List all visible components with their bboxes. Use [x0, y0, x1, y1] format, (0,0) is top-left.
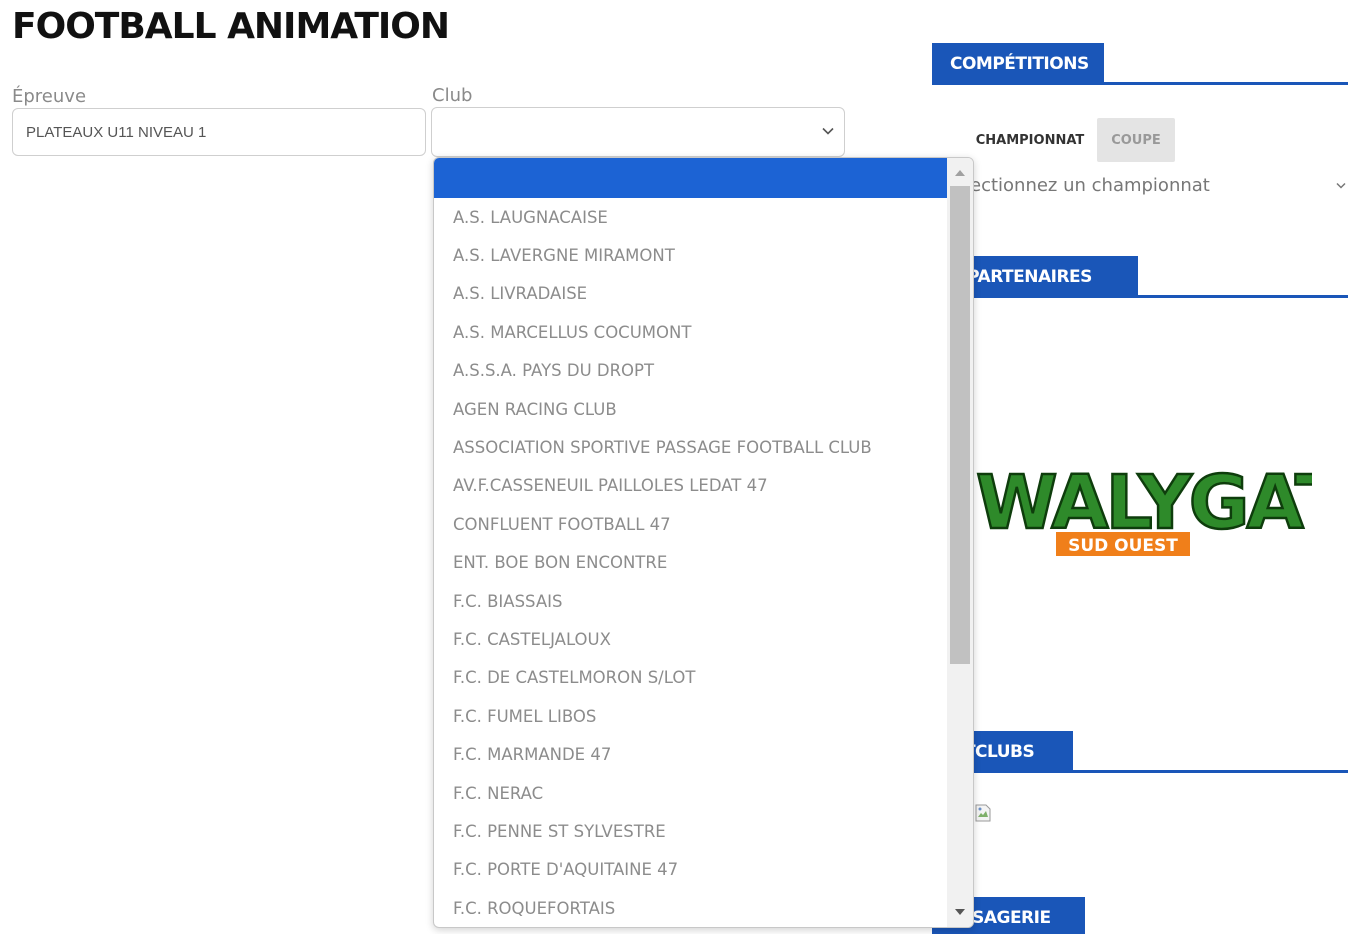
- club-option[interactable]: A.S.S.A. PAYS DU DROPT: [434, 352, 948, 390]
- epreuve-value: PLATEAUX U11 NIVEAU 1: [26, 123, 207, 141]
- club-option[interactable]: A.S. MARCELLUS COCUMONT: [434, 313, 948, 351]
- dropdown-scrollbar[interactable]: [947, 158, 973, 927]
- club-option[interactable]: F.C. BIASSAIS: [434, 582, 948, 620]
- walygator-subtitle: SUD OUEST: [1068, 536, 1178, 556]
- club-option[interactable]: ENT. BOE BON ENCONTRE: [434, 544, 948, 582]
- club-option[interactable]: F.C. PORTE D'AQUITAINE 47: [434, 851, 948, 889]
- competitions-title: COMPÉTITIONS: [932, 43, 1104, 85]
- club-option[interactable]: A.S. LAUGNACAISE: [434, 198, 948, 236]
- club-option[interactable]: F.C. DE CASTELMORON S/LOT: [434, 659, 948, 697]
- club-dropdown-list[interactable]: A.S. LAUGNACAISE A.S. LAVERGNE MIRAMONT A.…: [433, 157, 974, 928]
- club-option[interactable]: F.C. MARMANDE 47: [434, 735, 948, 773]
- club-option[interactable]: A.S. LIVRADAISE: [434, 275, 948, 313]
- page-title: FOOTBALL ANIMATION: [12, 6, 450, 47]
- club-option[interactable]: F.C. PENNE ST SYLVESTRE: [434, 812, 948, 850]
- scrollbar-thumb[interactable]: [950, 186, 970, 664]
- scroll-down-icon[interactable]: [947, 901, 973, 923]
- club-option-empty[interactable]: [434, 158, 948, 198]
- club-option[interactable]: F.C. FUMEL LIBOS: [434, 697, 948, 735]
- scroll-up-icon[interactable]: [947, 162, 973, 184]
- tab-championnat[interactable]: CHAMPIONNAT: [965, 118, 1095, 162]
- championnat-select-value: ectionnez un championnat: [970, 174, 1210, 196]
- messagerie-header: ESSAGERIE: [932, 897, 1348, 934]
- epreuve-field[interactable]: PLATEAUX U11 NIVEAU 1: [12, 108, 426, 156]
- club-options: A.S. LAUGNACAISE A.S. LAVERGNE MIRAMONT A.…: [434, 158, 948, 927]
- competitions-header: COMPÉTITIONS: [932, 43, 1348, 85]
- club-label: Club: [432, 85, 473, 106]
- club-option[interactable]: AGEN RACING CLUB: [434, 390, 948, 428]
- broken-image-icon: [975, 804, 991, 822]
- tab-coupe[interactable]: COUPE: [1097, 118, 1175, 162]
- club-option[interactable]: F.C. CASTELJALOUX: [434, 620, 948, 658]
- footclubs-header: OTCLUBS: [932, 731, 1348, 773]
- championnat-select[interactable]: ectionnez un championnat: [960, 170, 1348, 200]
- club-select[interactable]: [431, 107, 845, 157]
- club-option[interactable]: A.S. LAVERGNE MIRAMONT: [434, 236, 948, 274]
- partenaires-header: S PARTENAIRES: [932, 256, 1348, 298]
- club-option[interactable]: F.C. NERAC: [434, 774, 948, 812]
- walygator-logo[interactable]: WALYGATOR SUD OUEST: [972, 440, 1312, 570]
- epreuve-label: Épreuve: [12, 86, 87, 107]
- club-option[interactable]: F.C. ROQUEFORTAIS: [434, 889, 948, 927]
- club-option[interactable]: ASSOCIATION SPORTIVE PASSAGE FOOTBALL CL…: [434, 428, 948, 466]
- club-option[interactable]: AV.F.CASSENEUIL PAILLOLES LEDAT 47: [434, 467, 948, 505]
- chevron-down-icon: [1336, 182, 1346, 189]
- chevron-down-icon: [820, 121, 836, 141]
- club-option[interactable]: CONFLUENT FOOTBALL 47: [434, 505, 948, 543]
